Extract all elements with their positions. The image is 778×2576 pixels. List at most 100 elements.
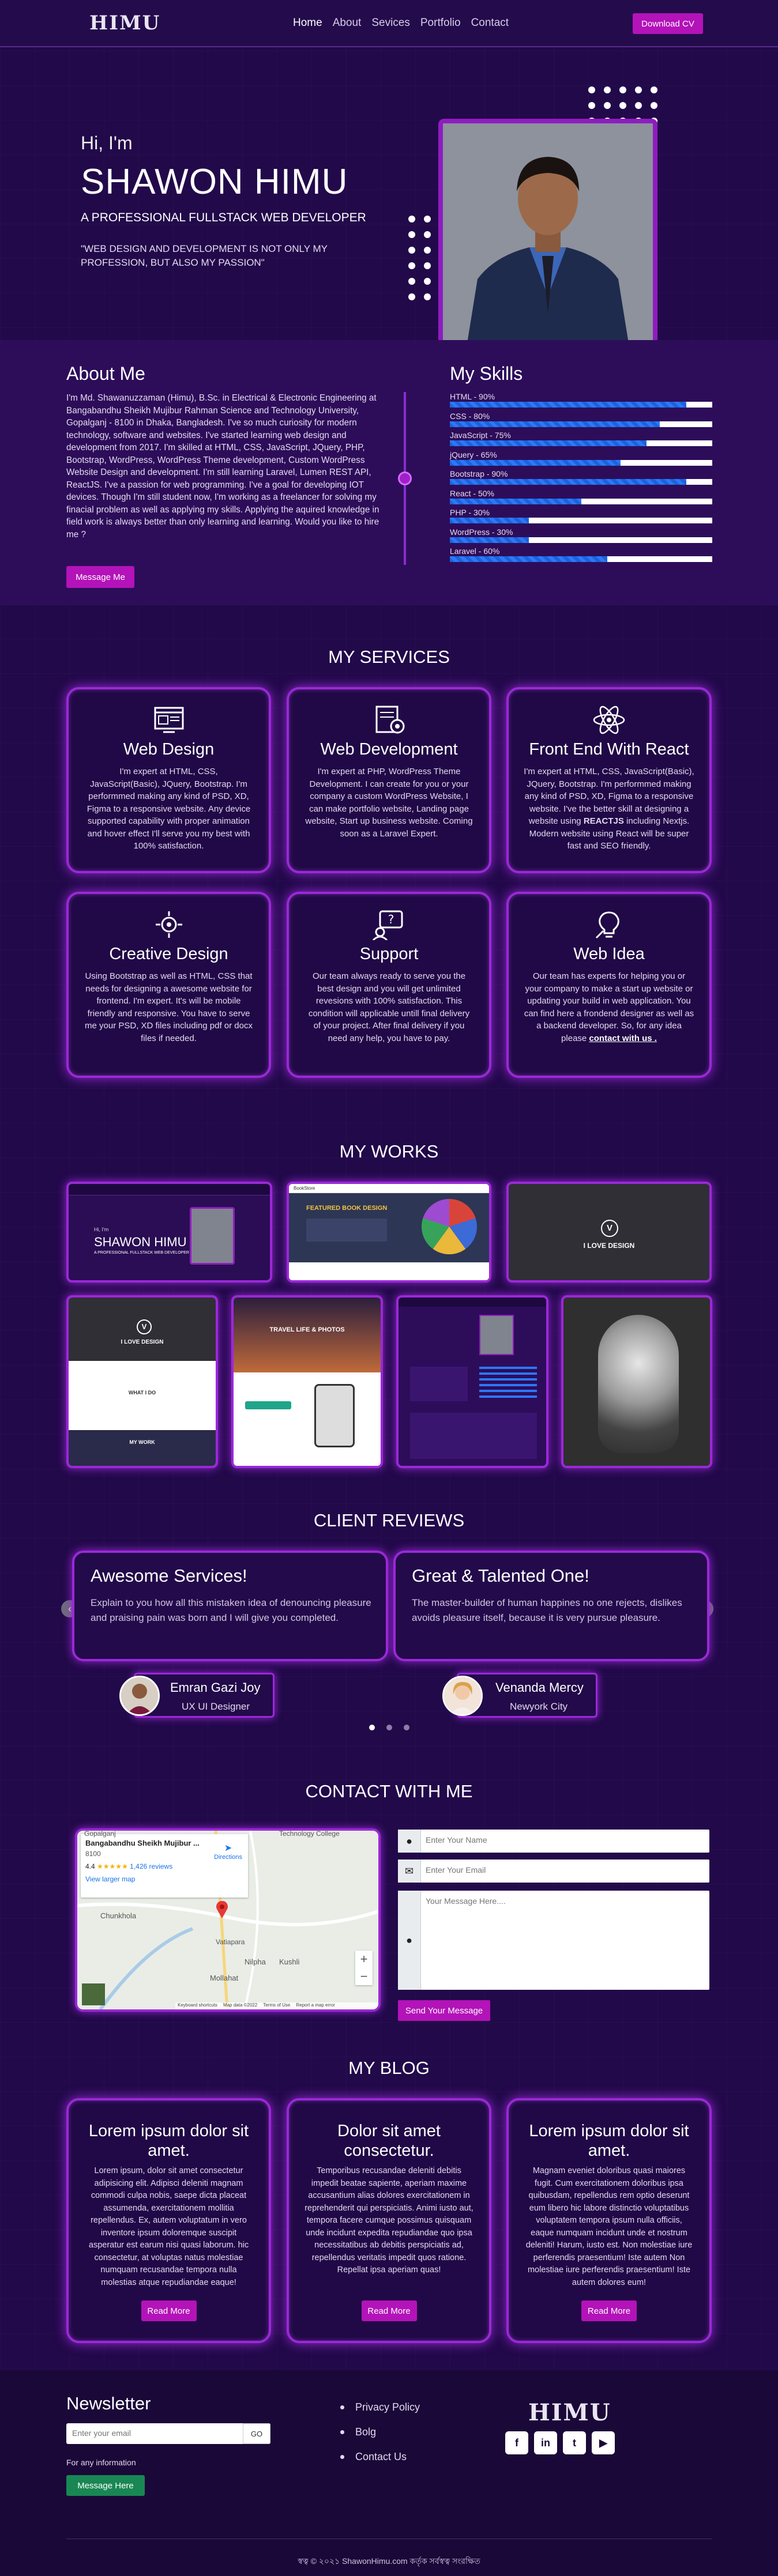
- envelope-icon: ✉: [398, 1860, 421, 1883]
- nav-portfolio[interactable]: Portfolio: [420, 17, 461, 29]
- social-links: f in t ▶: [505, 2431, 615, 2454]
- about-heading: About Me: [66, 363, 145, 384]
- review-author-role: UX UI Designer: [181, 1701, 250, 1712]
- creative-design-icon: [155, 911, 182, 938]
- service-title: Creative Design: [109, 945, 228, 963]
- review-author-name: Venanda Mercy: [495, 1680, 584, 1695]
- work-thumb-portfolio[interactable]: Hi, I'm SHAWON HIMU A PROFESSIONAL FULLS…: [66, 1182, 272, 1283]
- nav-contact[interactable]: Contact: [471, 17, 509, 29]
- skill-row: WordPress - 30%: [450, 527, 712, 547]
- works-heading: MY WORKS: [339, 1141, 439, 1161]
- youtube-icon[interactable]: ▶: [592, 2431, 615, 2454]
- logo[interactable]: HIMU: [89, 12, 160, 35]
- web-design-icon: [154, 707, 183, 733]
- skill-progress-fill: [450, 440, 647, 446]
- contact-us-link[interactable]: contact with us .: [589, 1034, 657, 1043]
- work-thumb-design-dark[interactable]: V I LOVE DESIGN: [506, 1182, 712, 1283]
- avatar: [119, 1676, 160, 1716]
- name-field: ●: [398, 1830, 709, 1853]
- contact-heading: CONTACT WITH ME: [305, 1781, 473, 1801]
- map-info-card: Bangabandhu Sheikh Mujibur ... 8100 4.4 …: [81, 1834, 248, 1898]
- footer-link-blog[interactable]: Bolg: [340, 2426, 420, 2438]
- service-card-support: ? Support Our team always ready to serve…: [287, 892, 491, 1078]
- email-input[interactable]: [426, 1865, 697, 1875]
- skill-progress-fill: [450, 479, 686, 485]
- facebook-icon[interactable]: f: [505, 2431, 528, 2454]
- linkedin-icon[interactable]: in: [534, 2431, 557, 2454]
- view-larger-map-link[interactable]: View larger map: [85, 1875, 243, 1883]
- review-card: Awesome Services! Explain to you how all…: [72, 1551, 388, 1661]
- carousel-dot[interactable]: [404, 1725, 409, 1730]
- nav-services[interactable]: Sevices: [371, 17, 410, 29]
- react-icon: [593, 706, 625, 734]
- newsletter-go-button[interactable]: GO: [243, 2423, 270, 2444]
- divider-dot: [398, 472, 412, 485]
- skill-row: React - 50%: [450, 489, 712, 508]
- carousel-dot-active[interactable]: [369, 1725, 375, 1730]
- site-footer: Newsletter GO For any information Messag…: [0, 2370, 778, 2576]
- skill-label: jQuery - 65%: [450, 450, 497, 459]
- read-more-button[interactable]: Read More: [581, 2300, 637, 2321]
- carousel-dot[interactable]: [386, 1725, 392, 1730]
- skill-row: CSS - 80%: [450, 412, 712, 431]
- skill-label: JavaScript - 75%: [450, 431, 511, 440]
- skill-progress-bar: [450, 421, 712, 427]
- newsletter-email-input[interactable]: [72, 2428, 234, 2438]
- work-thumb-artwork[interactable]: [561, 1295, 712, 1468]
- review-text: The master-builder of human happines no …: [412, 1597, 682, 1623]
- svg-text:?: ?: [388, 912, 394, 926]
- blog-text: Magnam eveniet doloribus quasi maiores f…: [525, 2166, 693, 2287]
- service-title: Web Design: [123, 740, 215, 759]
- twitter-icon[interactable]: t: [563, 2431, 586, 2454]
- directions-link[interactable]: ➤ Directions: [214, 1842, 242, 1861]
- name-input[interactable]: [426, 1835, 697, 1845]
- service-text: I'm expert at PHP, WordPress Theme Devel…: [305, 767, 473, 839]
- download-cv-button[interactable]: Download CV: [633, 13, 703, 34]
- hero-section: Hi, I'm SHAWON HIMU A PROFESSIONAL FULLS…: [0, 48, 778, 355]
- skills-heading: My Skills: [450, 363, 523, 384]
- newsletter-form: GO: [66, 2423, 270, 2444]
- google-map[interactable]: Bangabandhu Sheikh Mujibur ... 8100 4.4 …: [75, 1828, 381, 2012]
- nav-home[interactable]: Home: [293, 17, 322, 29]
- footer-links: Privacy Policy Bolg Contact Us: [340, 2401, 420, 2476]
- blog-title: Dolor sit amet consectetur.: [337, 2122, 441, 2160]
- skill-row: Laravel - 60%: [450, 546, 712, 566]
- read-more-button[interactable]: Read More: [361, 2300, 417, 2321]
- service-text: I'm expert at HTML, CSS, JavaScript(Basi…: [87, 767, 251, 851]
- read-more-button[interactable]: Read More: [141, 2300, 197, 2321]
- map-zoom-control[interactable]: + −: [355, 1951, 373, 1985]
- work-thumb-design-light[interactable]: V I LOVE DESIGN WHAT I DO MY WORK: [66, 1295, 218, 1468]
- nav-about[interactable]: About: [333, 17, 362, 29]
- review-author-role: Newyork City: [509, 1701, 568, 1712]
- site-header: HIMU Home About Sevices Portfolio Contac…: [0, 0, 778, 47]
- service-title: Front End With React: [529, 740, 689, 759]
- skill-row: HTML - 90%: [450, 392, 712, 412]
- message-input[interactable]: [426, 1896, 697, 1983]
- service-card-web-development: Web Development I'm expert at PHP, WordP…: [287, 687, 491, 873]
- work-thumb-bookstore[interactable]: BookStore FEATURED BOOK DESIGN: [287, 1182, 491, 1283]
- profile-photo: [438, 119, 657, 355]
- work-thumb-travel[interactable]: TRAVEL LIFE & PHOTOS: [231, 1295, 383, 1468]
- footer-message-button[interactable]: Message Here: [66, 2475, 145, 2496]
- skill-progress-bar: [450, 556, 712, 562]
- skill-label: Bootstrap - 90%: [450, 469, 508, 478]
- blog-title: Lorem ipsum dolor sit amet.: [529, 2122, 689, 2160]
- message-me-button[interactable]: Message Me: [66, 566, 134, 588]
- skill-progress-bar: [450, 402, 712, 408]
- send-message-button[interactable]: Send Your Message: [398, 2000, 490, 2021]
- copyright: স্বত্ব © ২০২১ ShawonHimu.com কর্তৃক সর্ব…: [298, 2556, 480, 2566]
- skill-progress-fill: [450, 556, 607, 562]
- reviews-heading: CLIENT REVIEWS: [313, 1510, 465, 1530]
- review-title: Awesome Services!: [91, 1566, 247, 1586]
- skill-label: CSS - 80%: [450, 411, 490, 421]
- avatar: [442, 1676, 483, 1716]
- footer-link-contact[interactable]: Contact Us: [340, 2451, 420, 2463]
- footer-logo: HIMU: [528, 2399, 611, 2426]
- review-title: Great & Talented One!: [412, 1566, 589, 1586]
- skill-progress-fill: [450, 498, 581, 504]
- web-idea-icon: [595, 911, 619, 939]
- service-text: I'm expert at HTML, CSS, JavaScript(Basi…: [524, 767, 694, 851]
- footer-link-privacy[interactable]: Privacy Policy: [340, 2401, 420, 2413]
- message-field: ●: [398, 1891, 709, 1990]
- work-thumb-portfolio-page[interactable]: [396, 1295, 548, 1468]
